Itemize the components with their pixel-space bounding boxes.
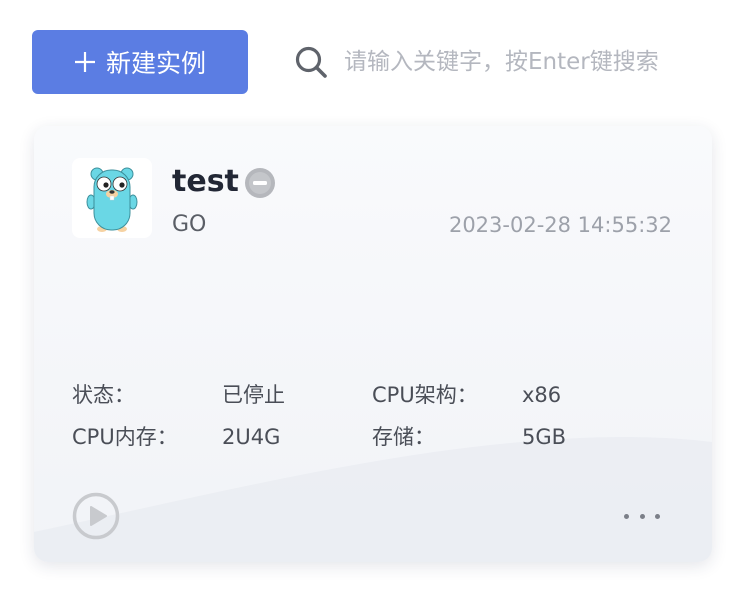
created-time: 2023-02-28 14:55:32 — [448, 213, 672, 237]
search-input[interactable] — [344, 49, 714, 75]
instance-name: test — [172, 164, 239, 199]
language-logo — [72, 158, 152, 238]
more-dot — [655, 513, 660, 519]
more-dot — [639, 513, 645, 519]
cpu-arch-label: CPU架构： — [372, 383, 478, 407]
cpu-memory-value: 2U4G — [222, 425, 281, 449]
storage-label: 存储： — [372, 425, 435, 449]
more-dot — [624, 513, 629, 519]
go-gopher-icon — [86, 167, 138, 232]
search-bar — [294, 30, 722, 94]
cpu-memory-label: CPU内存： — [72, 425, 178, 449]
minus-circle-icon — [245, 168, 275, 198]
search-icon[interactable] — [294, 45, 328, 79]
toolbar: 新建实例 — [32, 30, 722, 94]
new-instance-label: 新建实例 — [105, 49, 206, 78]
status-label: 状态： — [72, 383, 135, 407]
status-value: 已停止 — [222, 383, 285, 407]
instance-card[interactable]: test GO 2023-02-28 14:55:32 状态： 已停止 CPU架… — [34, 126, 712, 562]
plus-icon — [74, 52, 95, 72]
storage-value: 5GB — [522, 425, 567, 449]
new-instance-button[interactable]: 新建实例 — [32, 30, 248, 94]
more-horizontal-icon[interactable] — [624, 504, 660, 528]
cpu-arch-value: x86 — [522, 383, 562, 407]
instance-language: GO — [172, 212, 207, 237]
play-circle-icon[interactable] — [72, 492, 120, 540]
